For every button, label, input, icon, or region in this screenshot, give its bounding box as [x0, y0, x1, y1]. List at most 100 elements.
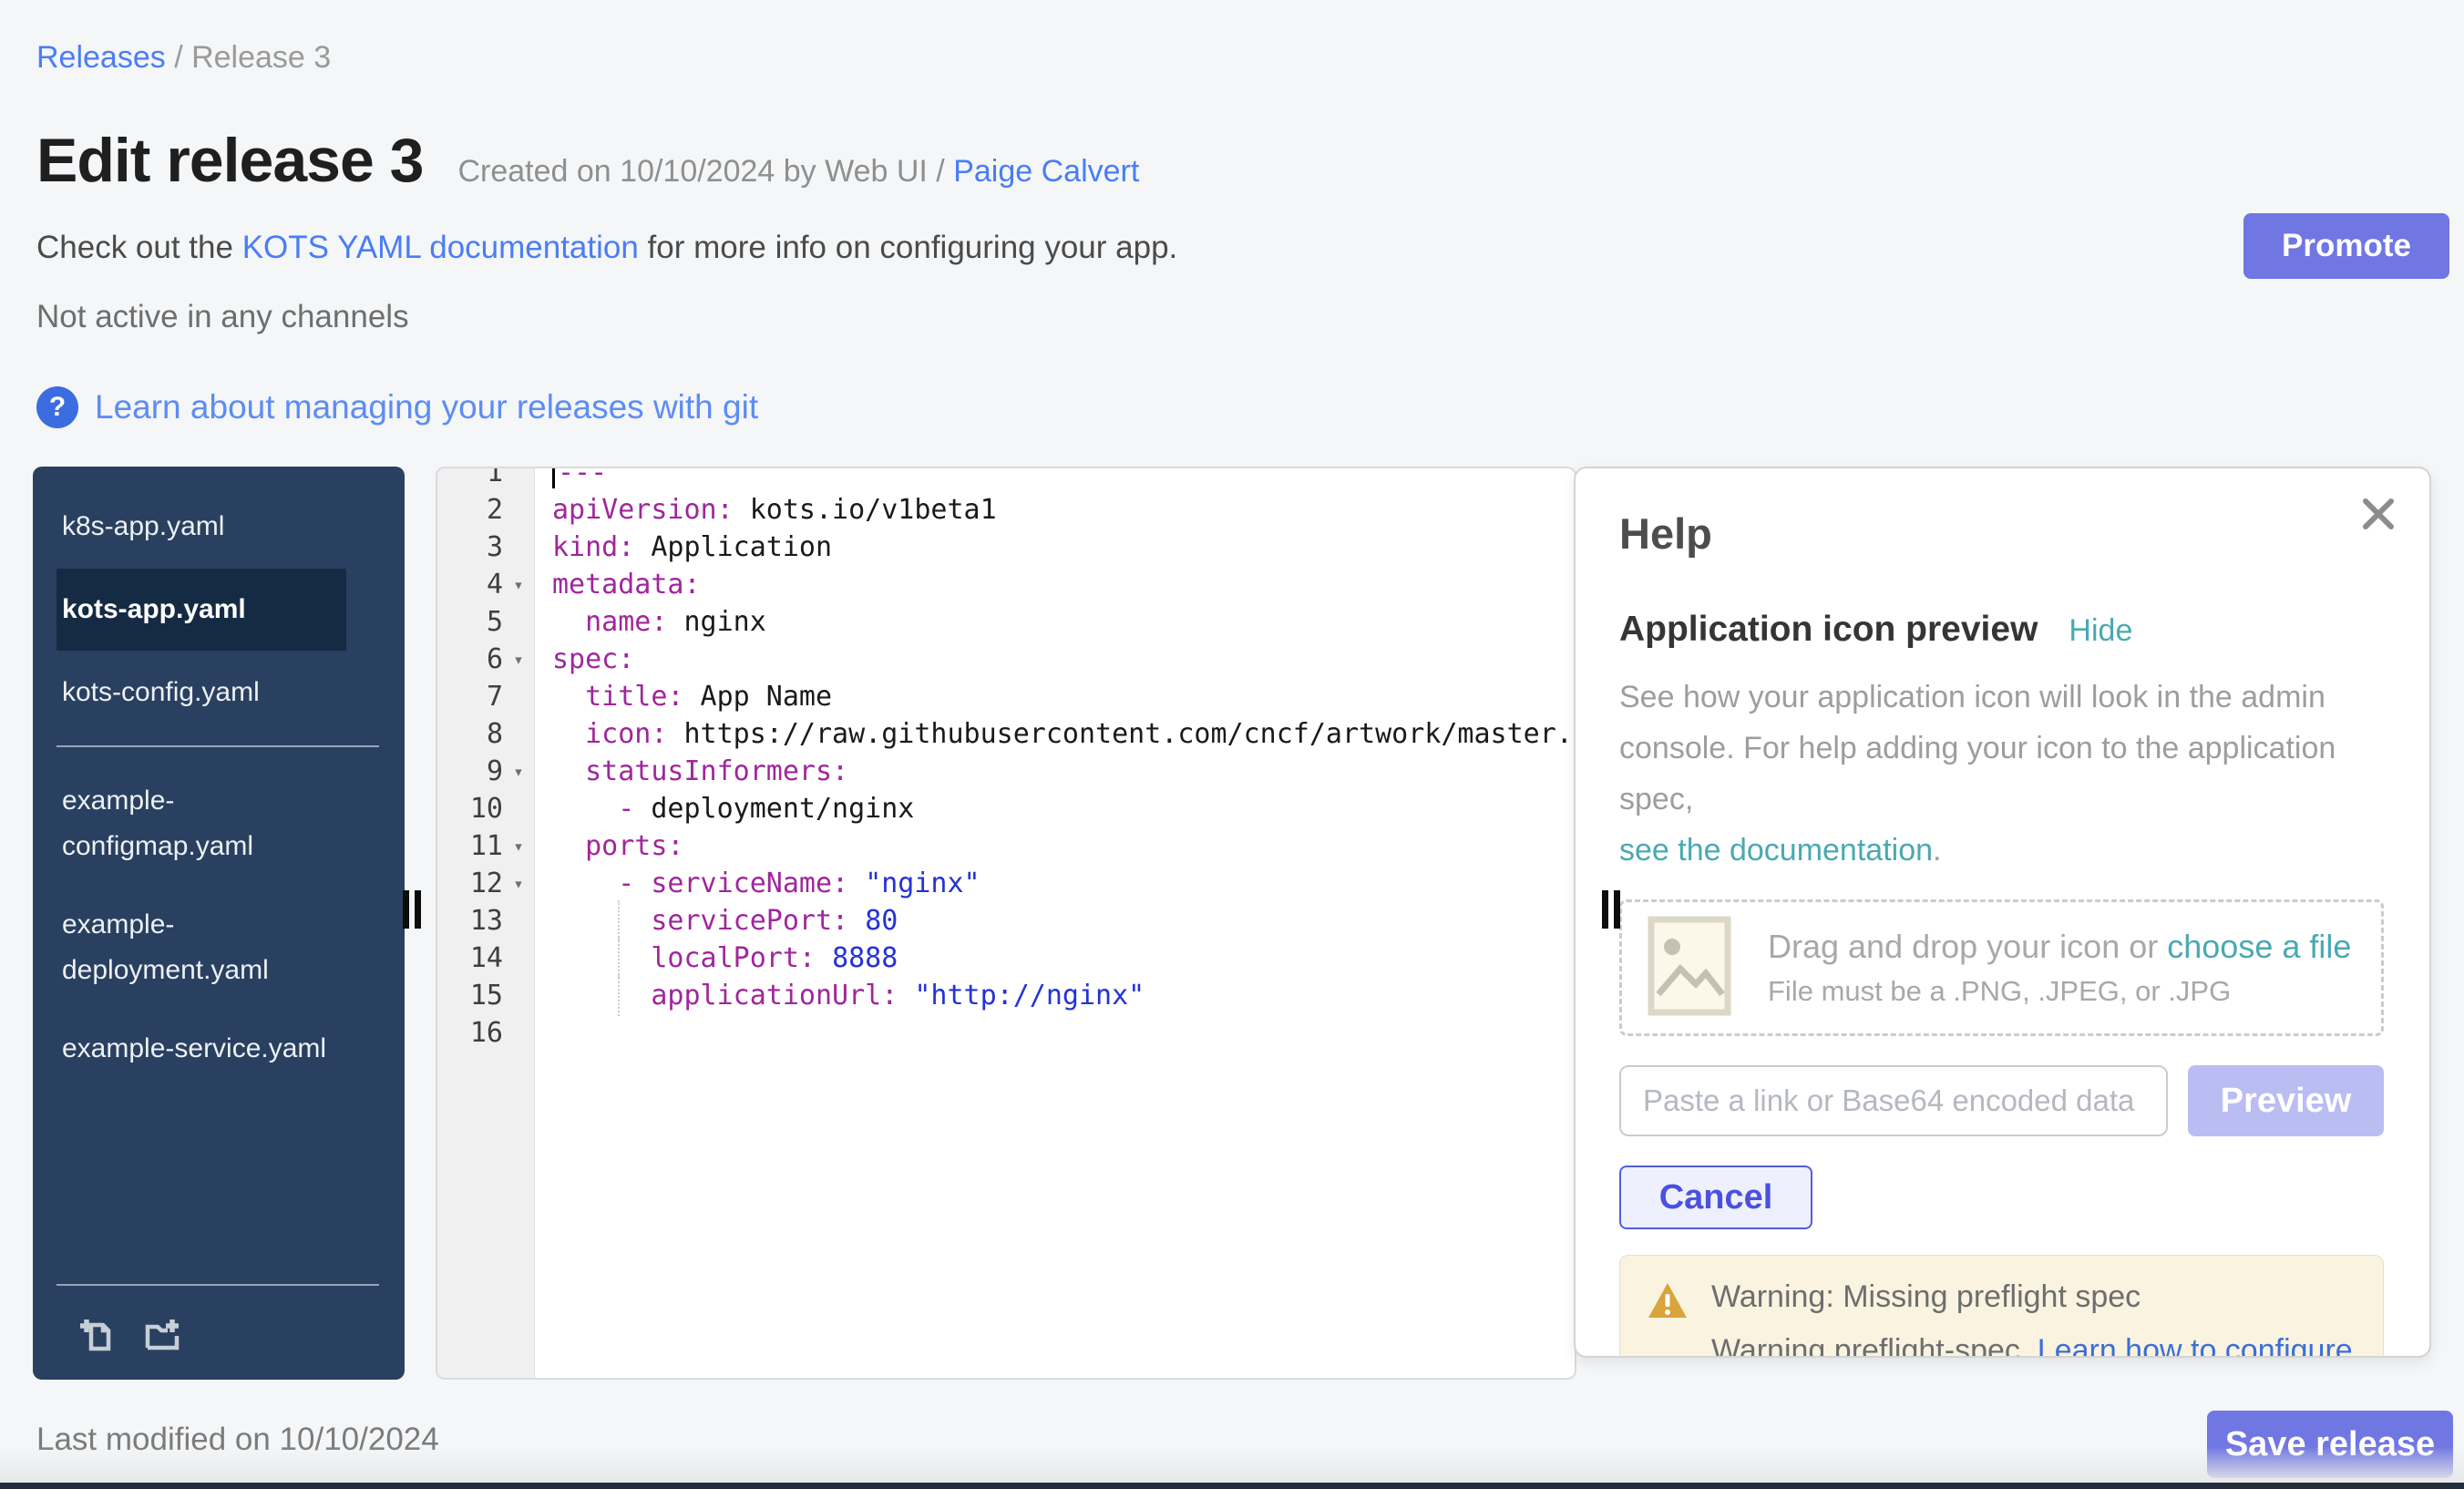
code-line-12: 12▾ - serviceName: "nginx"	[437, 865, 1575, 902]
sidebar-file-k8s-app.yaml[interactable]: k8s-app.yaml	[56, 490, 346, 563]
code-line-14: 14 localPort: 8888	[437, 940, 1575, 977]
icon-dropzone[interactable]: Drag and drop your icon or choose a file…	[1619, 899, 2384, 1036]
code-line-8: 8 icon: https://raw.githubusercontent.co…	[437, 715, 1575, 753]
bottom-fade	[0, 1446, 2464, 1483]
line-number: 16	[437, 1017, 503, 1049]
git-help-row[interactable]: ? Learn about managing your releases wit…	[36, 386, 758, 428]
warning-triangle-icon	[1646, 1279, 1689, 1358]
sidebar-file-kots-app.yaml[interactable]: kots-app.yaml	[56, 569, 346, 651]
line-number: 13	[437, 905, 503, 937]
page-title: Edit release 3	[36, 129, 423, 191]
sidebar-resize-handle[interactable]	[403, 890, 421, 929]
sidebar-file-kots-config.yaml[interactable]: kots-config.yaml	[56, 656, 346, 729]
code-text: icon: https://raw.githubusercontent.com/…	[534, 718, 1575, 750]
add-file-icon[interactable]	[75, 1313, 117, 1360]
line-number: 4	[437, 569, 503, 601]
dropzone-text: Drag and drop your icon or	[1768, 928, 2167, 965]
title-row: Edit release 3 Created on 10/10/2024 by …	[36, 129, 1139, 191]
warning-title: Warning: Missing preflight spec	[1711, 1279, 2353, 1315]
doc-row: Check out the KOTS YAML documentation fo…	[36, 230, 1177, 266]
doc-suffix: for more info on configuring your app.	[639, 230, 1177, 265]
fold-arrow-icon[interactable]: ▾	[503, 650, 534, 670]
code-line-11: 11▾ ports:	[437, 827, 1575, 865]
choose-file-link[interactable]: choose a file	[2167, 928, 2351, 965]
created-author-link[interactable]: Paige Calvert	[953, 154, 1139, 189]
add-folder-icon[interactable]	[140, 1313, 182, 1360]
bottom-strip	[0, 1483, 2464, 1489]
fold-arrow-icon[interactable]: ▾	[503, 874, 534, 894]
sidebar-file-example-deployment.yaml[interactable]: example-deployment.yaml	[56, 886, 346, 1010]
icon-preview-section-title: Application icon preview	[1619, 610, 2038, 650]
code-text: servicePort: 80	[534, 905, 1575, 937]
promote-button[interactable]: Promote	[2243, 213, 2449, 279]
line-number: 1	[437, 467, 503, 488]
line-number: 12	[437, 868, 503, 899]
edit-release-page: Releases / Release 3 Edit release 3 Crea…	[0, 0, 2464, 1489]
image-placeholder-icon	[1648, 916, 1731, 1021]
code-text: name: nginx	[534, 606, 1575, 638]
doc-prefix: Check out the	[36, 230, 242, 265]
hide-link[interactable]: Hide	[2069, 613, 2132, 649]
sidebar-bottom-divider	[56, 1284, 379, 1286]
breadcrumb-separator: /	[166, 40, 191, 75]
code-text: localPort: 8888	[534, 942, 1575, 974]
code-text: statusInformers:	[534, 755, 1575, 787]
fold-arrow-icon[interactable]: ▾	[503, 762, 534, 782]
code-text: apiVersion: kots.io/v1beta1	[534, 494, 1575, 526]
see-documentation-link[interactable]: see the documentation	[1619, 833, 1933, 868]
code-text: ---	[534, 467, 1575, 488]
line-number: 15	[437, 980, 503, 1011]
yaml-editor[interactable]: 1---2apiVersion: kots.io/v1beta13kind: A…	[436, 467, 1576, 1380]
code-line-4: 4▾metadata:	[437, 566, 1575, 603]
fold-arrow-icon[interactable]: ▾	[503, 575, 534, 595]
cancel-button[interactable]: Cancel	[1619, 1166, 1812, 1229]
sidebar-divider	[56, 745, 379, 747]
close-icon[interactable]	[2358, 494, 2398, 539]
created-meta: Created on 10/10/2024 by Web UI / Paige …	[457, 154, 1139, 190]
breadcrumb: Releases / Release 3	[36, 40, 331, 76]
line-number: 3	[437, 531, 503, 563]
code-lines: 1---2apiVersion: kots.io/v1beta13kind: A…	[437, 467, 1575, 1052]
code-text: applicationUrl: "http://nginx"	[534, 980, 1575, 1011]
file-list: k8s-app.yamlkots-app.yamlkots-config.yam…	[33, 467, 405, 1088]
code-text: - serviceName: "nginx"	[534, 868, 1575, 899]
preview-button[interactable]: Preview	[2188, 1065, 2384, 1136]
channel-status: Not active in any channels	[36, 299, 409, 335]
line-number: 11	[437, 830, 503, 862]
code-text: metadata:	[534, 569, 1575, 601]
line-number: 10	[437, 793, 503, 825]
help-title: Help	[1619, 508, 2384, 559]
code-line-5: 5 name: nginx	[437, 603, 1575, 641]
sidebar-file-example-service.yaml[interactable]: example-service.yaml	[56, 1010, 346, 1088]
code-line-15: 15 applicationUrl: "http://nginx"	[437, 977, 1575, 1014]
help-panel: Help Application icon preview Hide See h…	[1574, 467, 2431, 1358]
created-text: Created on 10/10/2024 by Web UI /	[457, 154, 953, 189]
breadcrumb-releases-link[interactable]: Releases	[36, 40, 166, 75]
code-line-16: 16	[437, 1014, 1575, 1052]
sidebar-file-example-configmap.yaml[interactable]: example-configmap.yaml	[56, 762, 346, 886]
icon-url-input[interactable]	[1619, 1065, 2168, 1136]
code-line-6: 6▾spec:	[437, 641, 1575, 678]
line-number: 7	[437, 681, 503, 713]
fold-arrow-icon[interactable]: ▾	[503, 837, 534, 857]
code-line-1: 1 ---	[437, 467, 1575, 491]
code-text: spec:	[534, 643, 1575, 675]
question-circle-icon: ?	[36, 386, 78, 428]
line-number: 8	[437, 718, 503, 750]
code-line-9: 9▾ statusInformers:	[437, 753, 1575, 790]
line-number: 2	[437, 494, 503, 526]
learn-configure-link[interactable]: Learn how to configure	[2038, 1333, 2353, 1358]
kots-yaml-doc-link[interactable]: KOTS YAML documentation	[242, 230, 639, 265]
line-number: 14	[437, 942, 503, 974]
preflight-warning: Warning: Missing preflight spec Warning …	[1619, 1255, 2384, 1358]
file-sidebar: k8s-app.yamlkots-app.yamlkots-config.yam…	[33, 467, 405, 1380]
help-resize-handle[interactable]	[1602, 890, 1620, 929]
code-text: - deployment/nginx	[534, 793, 1575, 825]
git-releases-link[interactable]: Learn about managing your releases with …	[95, 388, 758, 426]
code-text: title: App Name	[534, 681, 1575, 713]
sidebar-bottom	[33, 1268, 405, 1380]
dropzone-hint: File must be a .PNG, .JPEG, or .JPG	[1768, 975, 2351, 1008]
code-line-7: 7 title: App Name	[437, 678, 1575, 715]
line-number: 9	[437, 755, 503, 787]
code-line-13: 13 servicePort: 80	[437, 902, 1575, 940]
